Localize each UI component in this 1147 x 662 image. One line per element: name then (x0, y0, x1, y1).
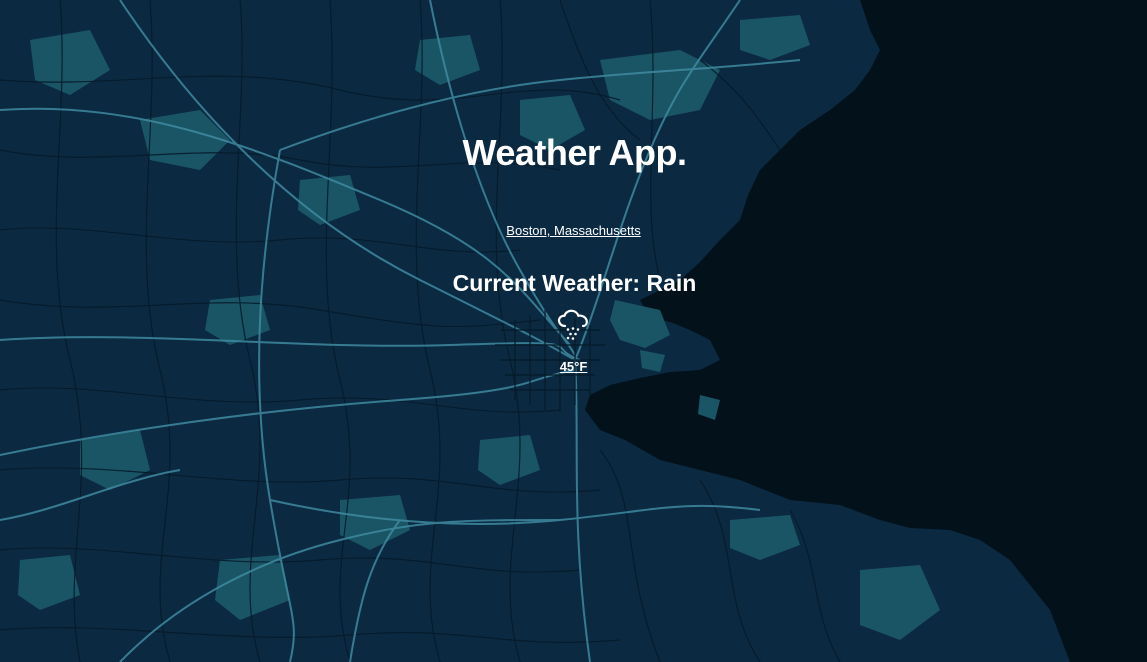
cloud-rain-icon (557, 309, 588, 340)
app-title: Weather App. (462, 132, 687, 173)
weather-app: Weather App. Boston, Massachusetts Curre… (0, 0, 1147, 662)
current-weather-heading: Current Weather: Rain (452, 270, 697, 296)
weather-panel: Weather App. Boston, Massachusetts Curre… (0, 0, 1147, 662)
temperature-link[interactable]: 45°F (0, 359, 1147, 374)
location-link[interactable]: Boston, Massachusetts (0, 223, 1147, 238)
